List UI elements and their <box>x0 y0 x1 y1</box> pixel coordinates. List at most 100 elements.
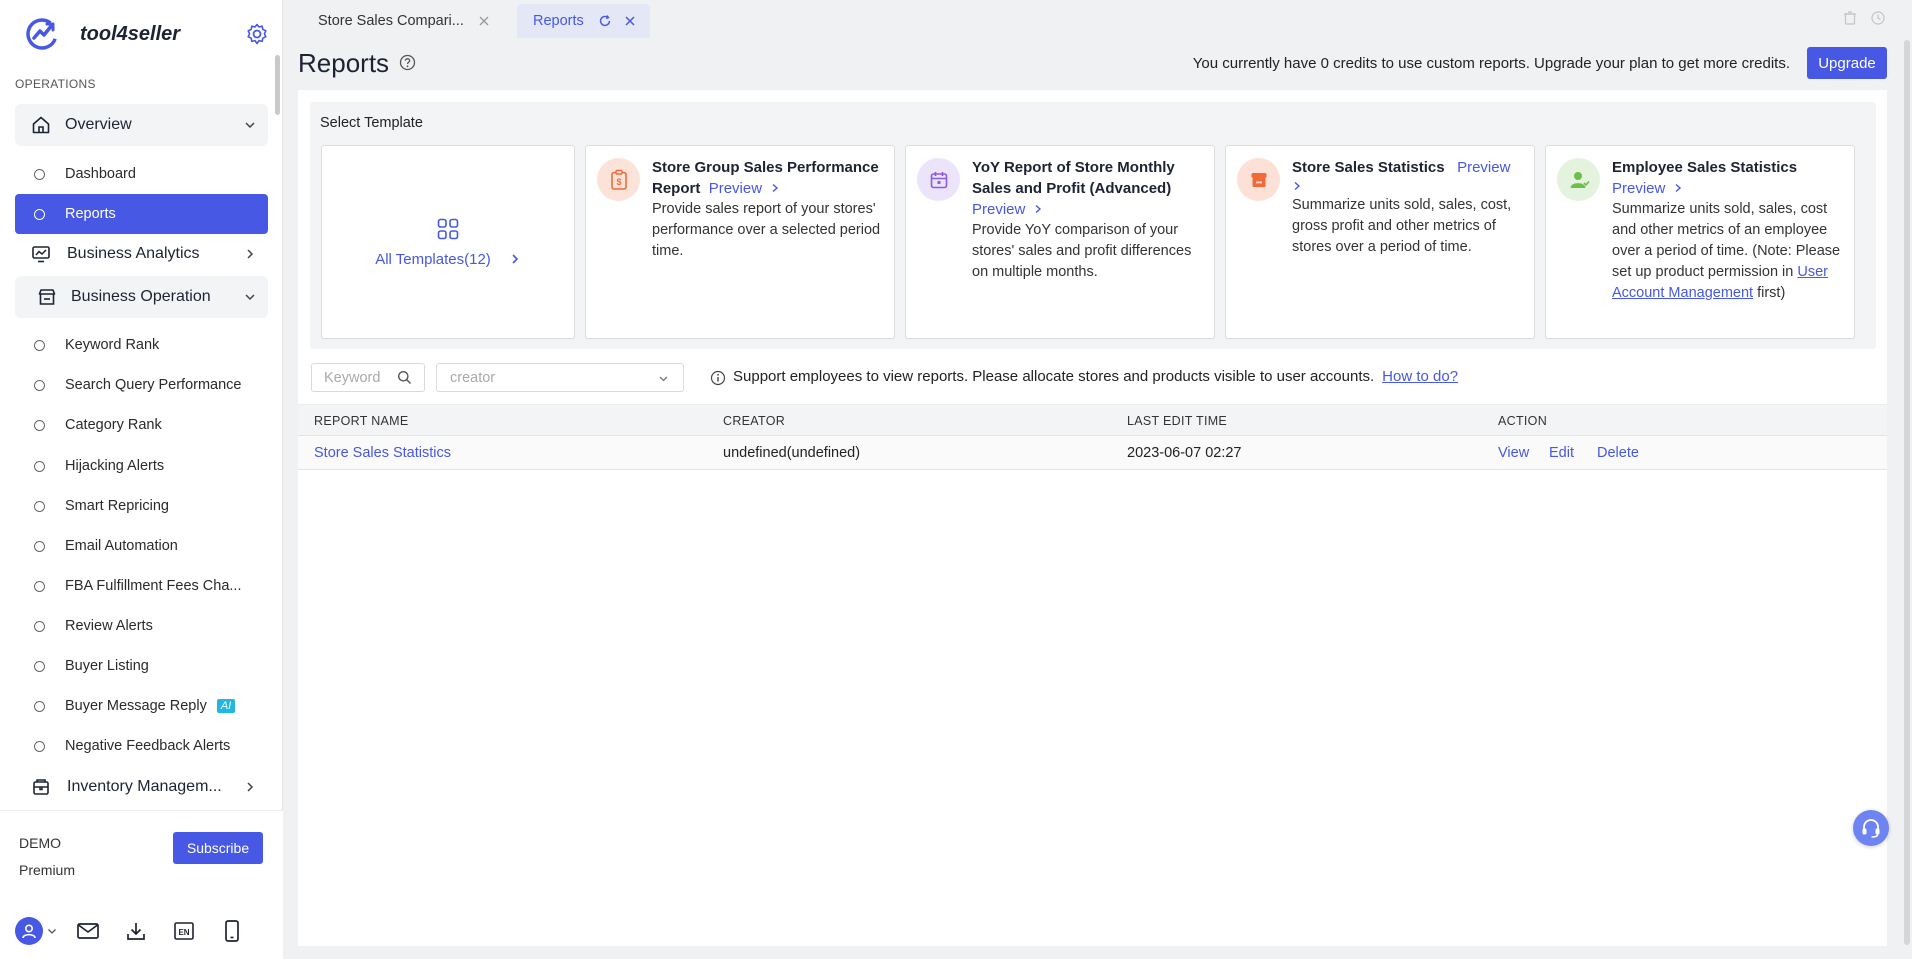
preview-link[interactable]: Preview <box>1457 159 1510 176</box>
sidebar-item-label: Review Alerts <box>65 618 153 634</box>
template-card-body: Store Sales Statistics Preview Summarize… <box>1292 157 1524 258</box>
help-icon[interactable] <box>399 54 416 71</box>
support-headset-button[interactable] <box>1853 810 1889 846</box>
employee-icon <box>1557 158 1600 201</box>
template-card-store-sales-statistics[interactable]: Store Sales Statistics Preview Summarize… <box>1225 145 1535 339</box>
edit-action[interactable]: Edit <box>1549 445 1574 461</box>
tab-label: Store Sales Compari... <box>318 13 464 29</box>
column-header-last-edit-time: LAST EDIT TIME <box>1127 414 1228 428</box>
nav-group-business-operation[interactable]: Business Operation <box>15 276 268 318</box>
headset-icon <box>1862 819 1880 838</box>
account-name: DEMO <box>19 835 61 851</box>
sidebar-item-search-query-performance[interactable]: Search Query Performance <box>15 365 268 405</box>
template-card-yoy-report[interactable]: YoY Report of Store Monthly Sales and Pr… <box>905 145 1215 339</box>
sidebar-item-category-rank[interactable]: Category Rank <box>15 405 268 445</box>
nav-group-overview[interactable]: Overview <box>15 104 268 146</box>
brand-name: tool4seller <box>80 22 181 45</box>
template-desc-container: Summarize units sold, sales, cost and ot… <box>1612 199 1844 304</box>
nav-group-business-analytics[interactable]: Business Analytics <box>15 234 268 274</box>
sidebar-item-label: Email Automation <box>65 538 178 554</box>
template-desc: Provide sales report of your stores' per… <box>652 201 881 259</box>
search-icon[interactable] <box>397 370 412 385</box>
language-icon[interactable]: EN <box>171 918 197 944</box>
creator-select[interactable]: creator <box>436 363 684 392</box>
ai-badge: AI <box>216 699 236 713</box>
sidebar-item-dashboard[interactable]: Dashboard <box>15 154 268 194</box>
refresh-icon[interactable] <box>598 14 612 28</box>
chevron-right-icon[interactable] <box>1292 181 1302 191</box>
avatar[interactable] <box>15 917 43 945</box>
download-icon[interactable] <box>123 918 149 944</box>
page-title: Reports <box>298 48 390 78</box>
all-templates-link[interactable]: All Templates(12) <box>375 251 521 268</box>
template-name: Store Sales Statistics <box>1292 159 1445 176</box>
logo-icon <box>26 18 58 50</box>
sidebar-item-hijacking-alerts[interactable]: Hijacking Alerts <box>15 446 268 486</box>
preview-link[interactable]: Preview <box>709 180 780 197</box>
close-icon[interactable] <box>478 15 490 27</box>
all-templates-card[interactable]: All Templates(12) <box>321 145 575 339</box>
template-card-employee-sales-statistics[interactable]: Employee Sales Statistics Preview Summar… <box>1545 145 1855 339</box>
report-name-link[interactable]: Store Sales Statistics <box>314 445 451 461</box>
column-header-creator: CREATOR <box>723 414 786 428</box>
tab-store-sales-comparison[interactable]: Store Sales Compari... <box>283 4 504 38</box>
sidebar-item-negative-feedback-alerts[interactable]: Negative Feedback Alerts <box>15 726 268 766</box>
template-card-store-group-sales[interactable]: $ Store Group Sales Performance Report P… <box>585 145 895 339</box>
table-row: Store Sales Statistics undefined(undefin… <box>298 436 1887 470</box>
nav-group-inventory-management[interactable]: Inventory Managem... <box>15 767 268 807</box>
mobile-icon[interactable] <box>219 918 245 944</box>
sidebar-item-email-automation[interactable]: Email Automation <box>15 526 268 566</box>
template-card-body: YoY Report of Store Monthly Sales and Pr… <box>972 157 1204 283</box>
sidebar-item-label: Hijacking Alerts <box>65 458 165 474</box>
sidebar-item-fba-fulfillment-fees[interactable]: FBA Fulfillment Fees Cha... <box>15 566 268 606</box>
view-action[interactable]: View <box>1498 445 1529 461</box>
bullet-icon <box>34 460 45 472</box>
section-label-operations: OPERATIONS <box>15 77 96 91</box>
template-desc-tail: first) <box>1757 285 1786 301</box>
how-to-do-link[interactable]: How to do? <box>1382 368 1458 385</box>
shop-icon <box>38 289 56 305</box>
sidebar-item-label: Dashboard <box>65 166 136 182</box>
report-creator: undefined(undefined) <box>723 445 861 461</box>
brand[interactable]: tool4seller <box>24 14 180 54</box>
sidebar-item-review-alerts[interactable]: Review Alerts <box>15 606 268 646</box>
column-header-report-name: REPORT NAME <box>314 414 409 428</box>
chevron-down-icon <box>245 122 255 129</box>
box-icon <box>33 779 49 795</box>
grid-icon <box>437 218 459 239</box>
trash-icon[interactable] <box>1842 10 1858 26</box>
bullet-icon <box>34 540 45 552</box>
upgrade-button[interactable]: Upgrade <box>1807 47 1887 79</box>
footer-toolbar: EN <box>15 917 267 945</box>
sidebar-item-buyer-listing[interactable]: Buyer Listing <box>15 646 268 686</box>
bullet-icon <box>34 700 45 712</box>
nav-group-label: Overview <box>65 116 132 133</box>
calendar-icon <box>917 158 960 201</box>
sidebar-item-label: Keyword Rank <box>65 337 160 353</box>
sidebar-item-keyword-rank[interactable]: Keyword Rank <box>15 325 268 365</box>
close-icon[interactable] <box>624 15 636 27</box>
sidebar-item-label: Reports <box>65 206 116 222</box>
chevron-right-icon <box>772 183 779 193</box>
main-scrollbar[interactable] <box>1904 40 1910 945</box>
clock-icon[interactable] <box>1870 10 1886 26</box>
gear-icon[interactable] <box>245 22 269 46</box>
bullet-icon <box>34 379 45 391</box>
chevron-down-icon[interactable] <box>47 926 57 936</box>
mail-icon[interactable] <box>75 918 101 944</box>
preview-link[interactable]: Preview <box>1612 180 1683 197</box>
sidebar-scrollbar[interactable] <box>275 55 280 115</box>
tab-reports[interactable]: Reports <box>517 4 650 38</box>
chevron-right-icon <box>247 249 254 259</box>
sidebar-item-buyer-message-reply[interactable]: Buyer Message Reply AI <box>15 686 268 726</box>
delete-action[interactable]: Delete <box>1597 445 1639 461</box>
preview-link[interactable]: Preview <box>972 201 1043 218</box>
sidebar-item-smart-repricing[interactable]: Smart Repricing <box>15 486 268 526</box>
bullet-icon <box>34 339 45 351</box>
template-section-title: Select Template <box>320 115 423 131</box>
sidebar-item-label: Buyer Listing <box>65 658 149 674</box>
sidebar-item-reports[interactable]: Reports <box>15 194 268 234</box>
preview-label: Preview <box>1457 159 1511 176</box>
subscribe-button[interactable]: Subscribe <box>173 832 263 864</box>
nav-group-label: Business Operation <box>71 288 211 305</box>
